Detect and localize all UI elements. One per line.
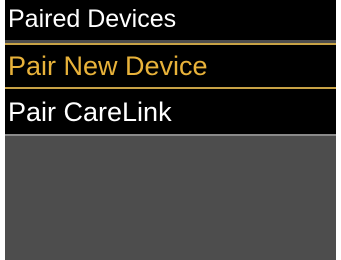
menu-item-label: Pair CareLink [8, 97, 172, 127]
device-screen: Paired Devices Pair New Device Pair Care… [5, 0, 336, 260]
title-bar: Paired Devices [5, 0, 336, 40]
menu-item-label: Pair New Device [8, 51, 208, 81]
menu-item-pair-carelink[interactable]: Pair CareLink [5, 89, 336, 134]
menu-item-pair-new-device[interactable]: Pair New Device [5, 43, 336, 89]
page-title: Paired Devices [8, 5, 177, 33]
menu-divider [5, 134, 336, 136]
